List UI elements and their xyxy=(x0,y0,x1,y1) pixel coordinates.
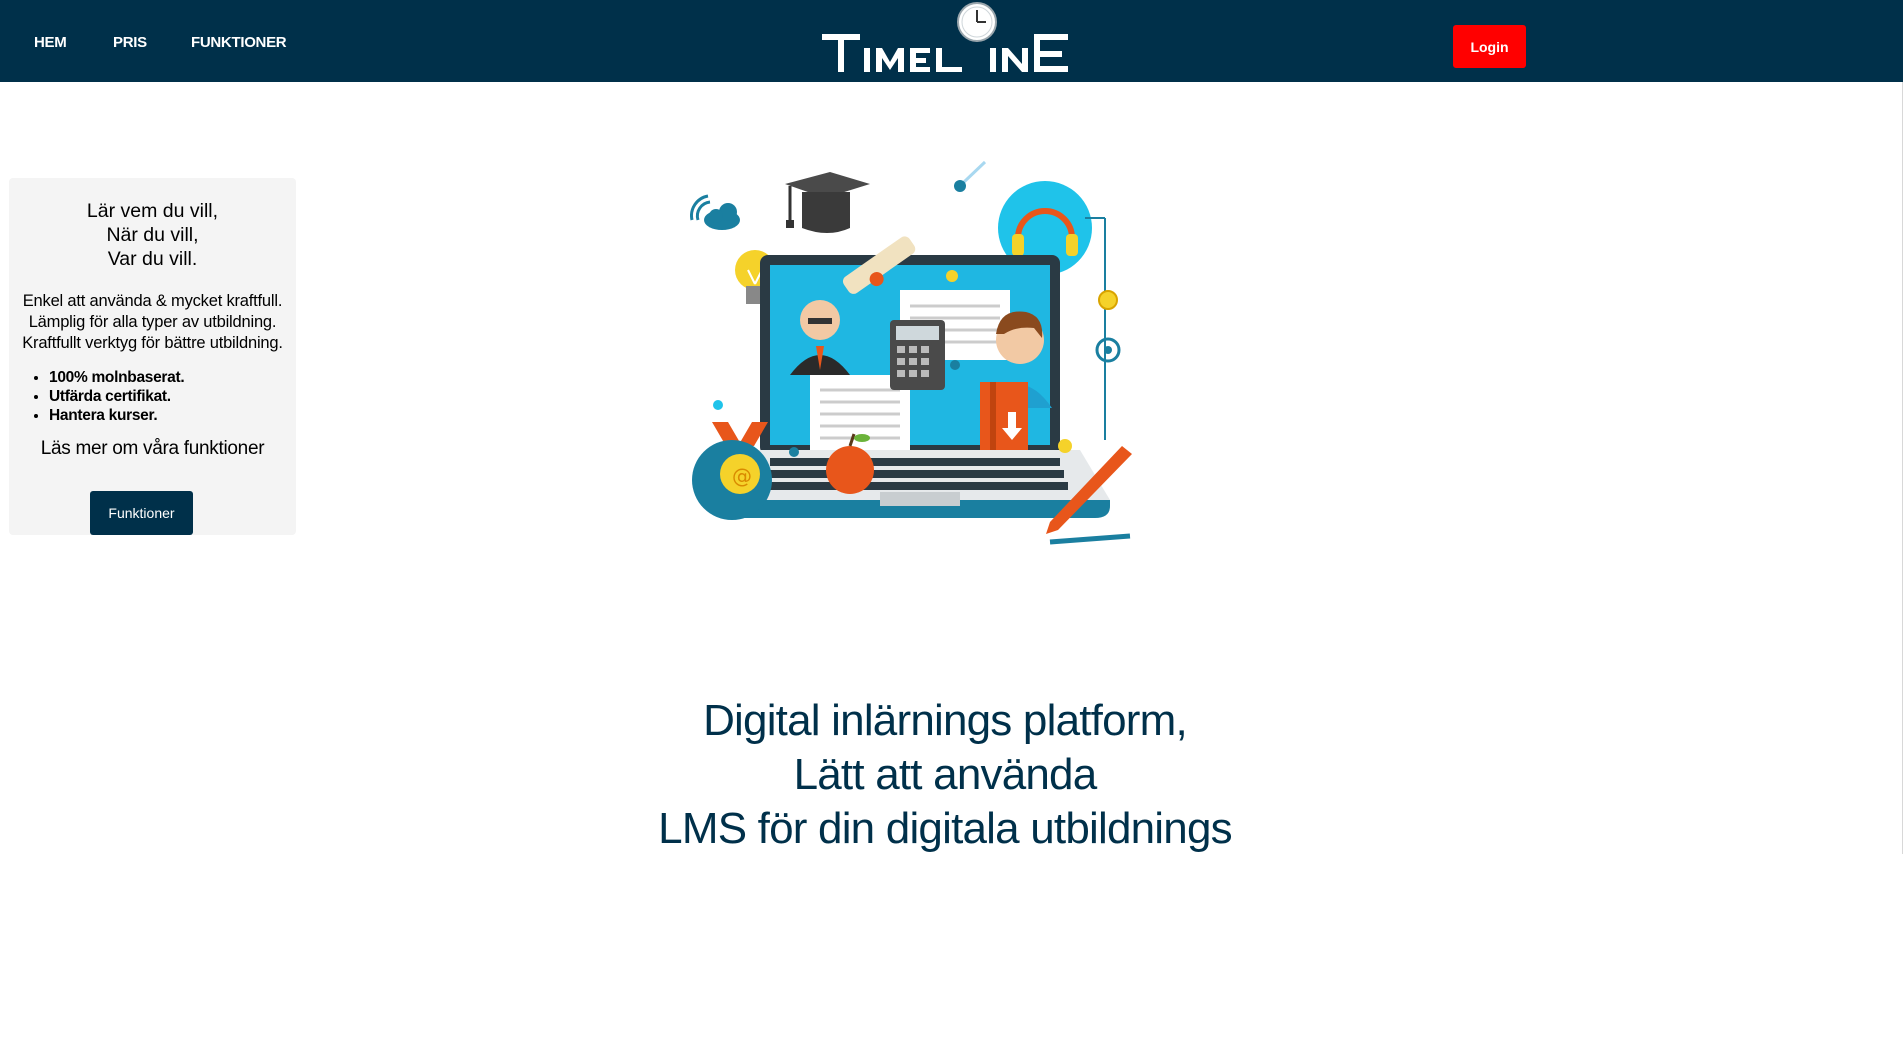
nav-link-hem[interactable]: HEM xyxy=(34,34,67,51)
funktioner-button[interactable]: Funktioner xyxy=(90,491,193,535)
card-description-line: Lämplig för alla typer av utbildning. xyxy=(28,313,277,331)
hero-line: LMS för din digitala utbildnings xyxy=(658,804,1232,853)
comet-icon xyxy=(954,160,987,192)
timeline-logo[interactable] xyxy=(820,0,1082,80)
card-heading-line: När du vill, xyxy=(106,224,199,246)
card-heading-line: Lär vem du vill, xyxy=(86,200,219,222)
card-heading: Lär vem du vill, När du vill, Var du vil… xyxy=(9,199,296,271)
cloud-icon xyxy=(690,194,740,230)
info-card: Lär vem du vill, När du vill, Var du vil… xyxy=(9,178,296,535)
feature-list-item: 100% molnbaserat. xyxy=(49,368,296,387)
feature-list: 100% molnbaserat. Utfärda certifikat. Ha… xyxy=(9,368,296,425)
graduation-cap-icon xyxy=(785,172,870,233)
hero-headline: Digital inlärnings platform, Lätt att an… xyxy=(530,694,1360,856)
card-description: Enkel att använda & mycket kraftfull. Lä… xyxy=(9,291,296,354)
nav-link-pris[interactable]: PRIS xyxy=(113,34,147,51)
card-description-line: Kraftfullt verktyg för bättre utbildning… xyxy=(22,334,283,352)
laptop-icon xyxy=(760,236,1060,455)
login-button[interactable]: Login xyxy=(1453,25,1526,68)
feature-list-item: Utfärda certifikat. xyxy=(49,387,296,406)
top-navbar: HEM PRIS FUNKTIONER Login xyxy=(0,0,1903,82)
nav-link-funktioner[interactable]: FUNKTIONER xyxy=(191,34,287,51)
hero-line: Lätt att använda xyxy=(793,750,1098,799)
svg-text:@: @ xyxy=(732,464,752,488)
card-description-line: Enkel att använda & mycket kraftfull. xyxy=(22,292,283,310)
feature-list-item: Hantera kurser. xyxy=(49,406,296,425)
card-subheading: Läs mer om våra funktioner xyxy=(40,438,265,459)
hero-line: Digital inlärnings platform, xyxy=(703,696,1188,745)
card-heading-line: Var du vill. xyxy=(107,248,198,270)
e-learning-illustration: @ xyxy=(690,160,1132,545)
